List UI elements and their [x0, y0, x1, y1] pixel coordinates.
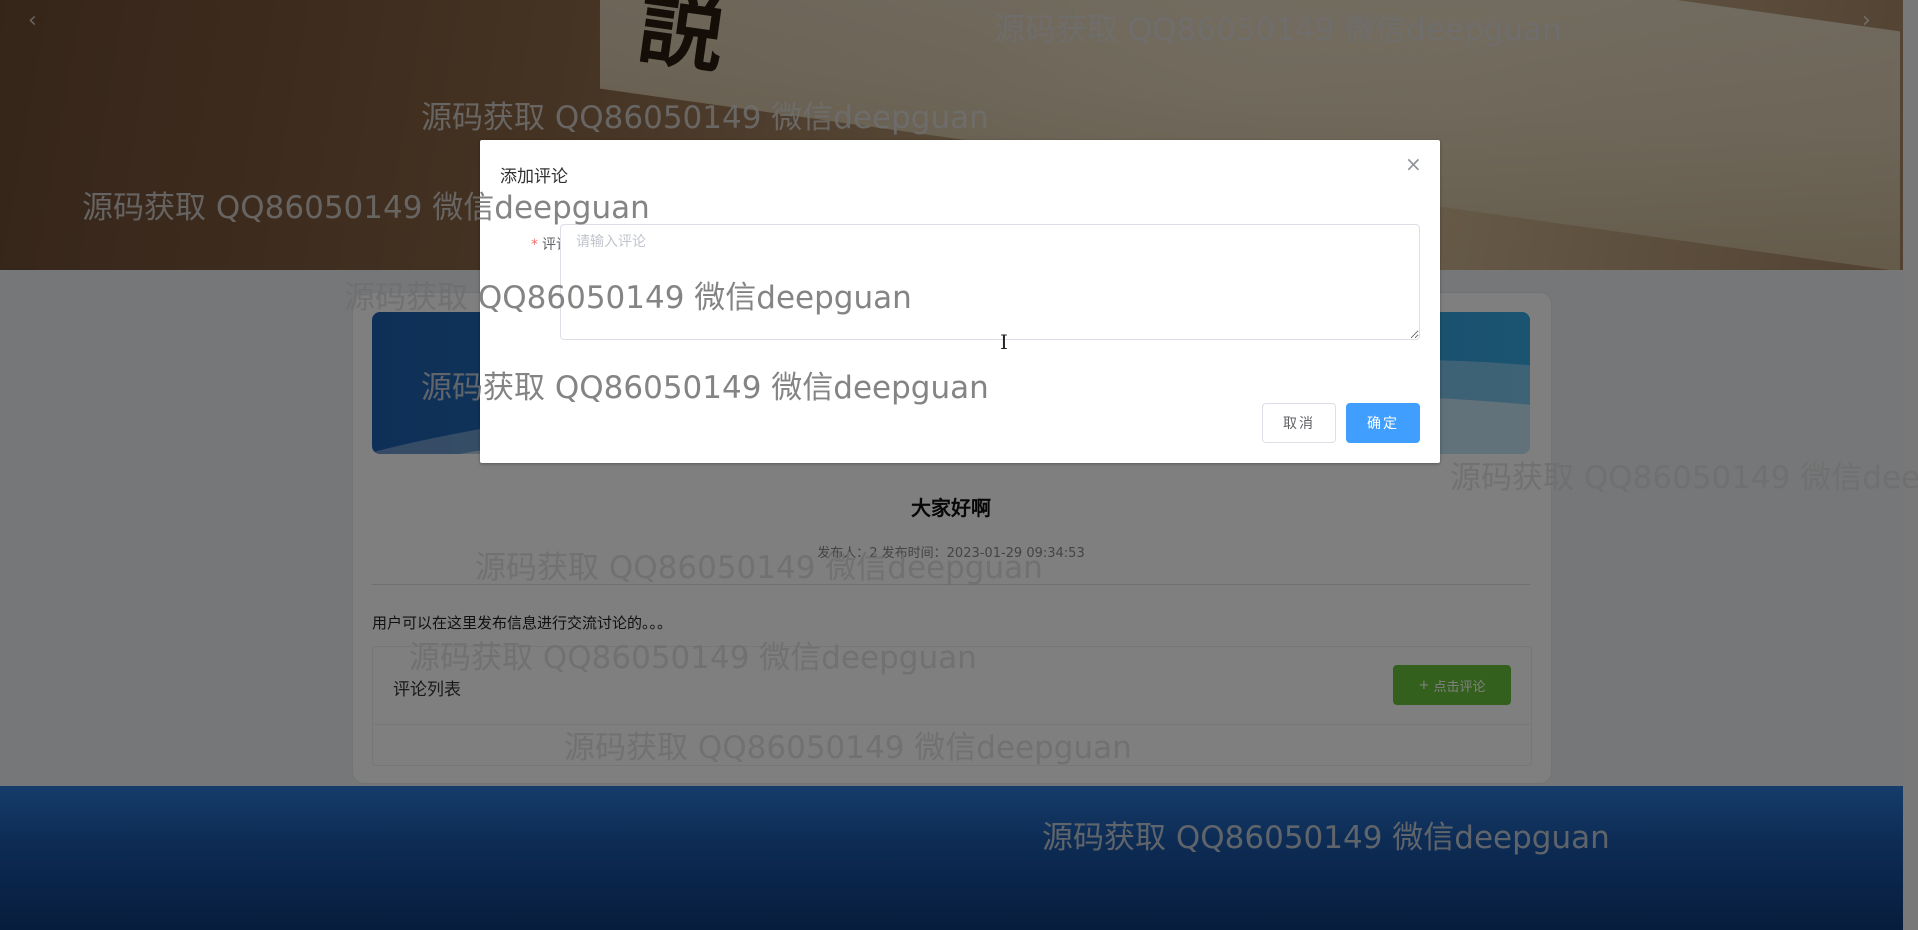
dialog-title: 添加评论 [500, 167, 568, 187]
cancel-button[interactable]: 取消 [1262, 403, 1336, 443]
comment-textarea[interactable] [560, 224, 1420, 340]
confirm-button[interactable]: 确定 [1346, 403, 1420, 443]
text-cursor-icon: I [1000, 330, 1008, 354]
required-mark: * [531, 237, 538, 253]
close-icon[interactable]: × [1405, 154, 1422, 174]
add-comment-dialog: 添加评论 × *评论 取消 确定 [480, 140, 1440, 463]
